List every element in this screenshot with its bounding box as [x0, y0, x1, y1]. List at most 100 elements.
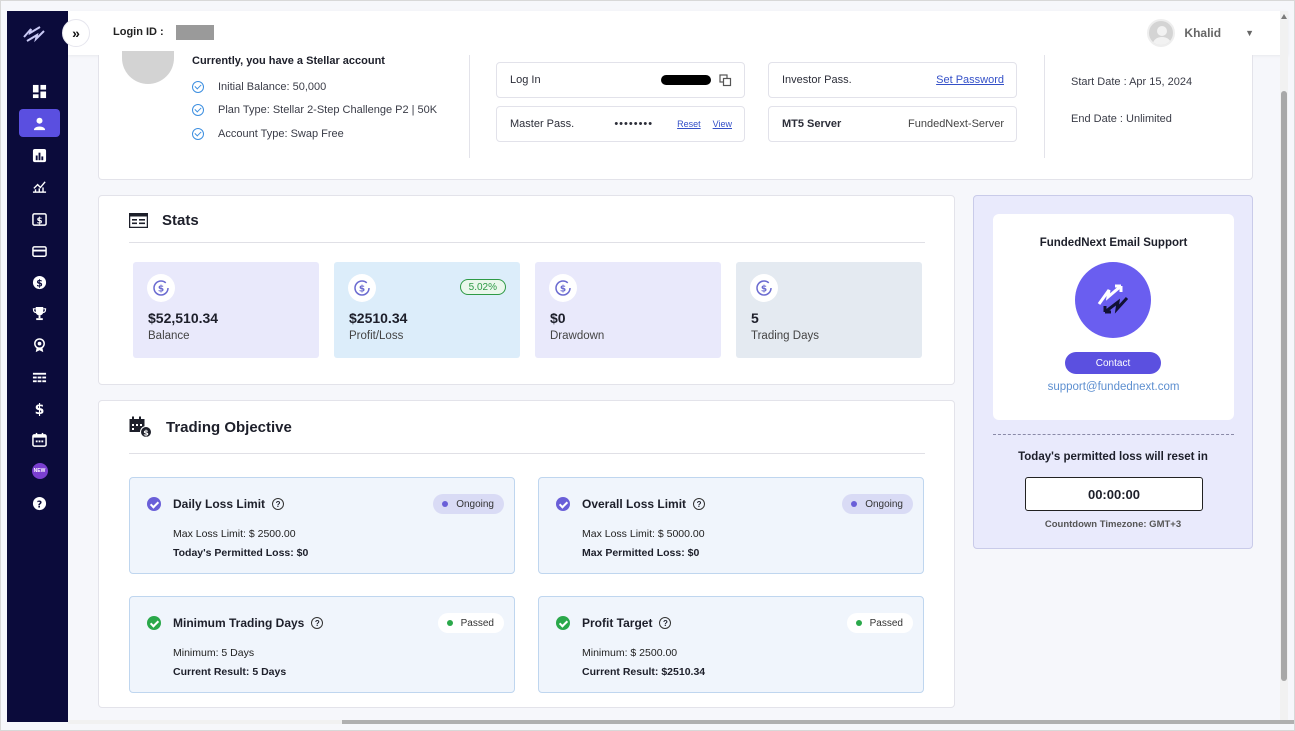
divider — [129, 242, 925, 243]
sidebar-expand-button[interactable]: » — [62, 19, 90, 47]
check-circle-icon — [192, 80, 204, 93]
countdown-timezone: Countdown Timezone: GMT+3 — [1044, 519, 1182, 530]
vertical-scrollbar[interactable] — [1280, 11, 1288, 722]
award-icon — [34, 337, 45, 352]
start-date: Start Date : Apr 15, 2024 — [1071, 76, 1193, 88]
account-detail-row: Plan Type: Stellar 2-Step Challenge P2 |… — [192, 99, 437, 123]
divider — [129, 453, 925, 454]
stat-drawdown: $ $0 Drawdown — [535, 262, 721, 358]
check-badge-icon — [556, 616, 570, 630]
login-id-redacted — [176, 25, 214, 40]
user-menu[interactable]: Khalid ▼ — [1147, 19, 1254, 47]
caret-down-icon[interactable]: ▼ — [1245, 28, 1254, 38]
sidebar-item-performance[interactable] — [19, 172, 60, 200]
card-icon — [32, 245, 47, 257]
help-circle-icon[interactable]: ? — [311, 617, 324, 629]
calendar-dollar-icon: $ — [129, 416, 152, 438]
sidebar-item-dashboard[interactable] — [19, 77, 60, 105]
svg-text:$: $ — [36, 278, 43, 289]
scrollbar-thumb[interactable] — [342, 720, 1294, 724]
topbar: Login ID : Khalid ▼ — [68, 11, 1288, 55]
svg-text:$: $ — [143, 429, 149, 438]
stat-profit-loss: $ 5.02% $2510.34 Profit/Loss — [334, 262, 520, 358]
help-circle-icon[interactable]: ? — [272, 498, 285, 510]
mt5-server: MT5 Server FundedNext-Server — [768, 106, 1017, 142]
account-avatar — [122, 51, 174, 84]
svg-text:$: $ — [158, 285, 164, 295]
svg-text:$: $ — [37, 215, 43, 225]
scrollbar-thumb[interactable] — [1281, 91, 1287, 681]
view-link[interactable]: View — [713, 119, 732, 129]
stats-header: Stats — [129, 212, 199, 229]
svg-text:$: $ — [761, 285, 767, 295]
chevron-double-right-icon: » — [72, 25, 80, 41]
email-support-box: FundedNext Email Support Contact support… — [993, 214, 1234, 420]
sidebar-item-analytics[interactable] — [19, 141, 60, 169]
master-password: Master Pass. •••••••• Reset View — [496, 106, 745, 142]
objective-title: Trading Objective — [166, 418, 292, 436]
sidebar-item-new[interactable]: NEW — [19, 457, 60, 485]
sidebar-item-affiliate[interactable]: $ — [19, 394, 60, 422]
sidebar-item-billing[interactable]: $ — [19, 205, 60, 233]
account-detail-row: Account Type: Swap Free — [192, 122, 437, 146]
help-circle-icon[interactable]: ? — [693, 498, 706, 510]
horizontal-scrollbar[interactable] — [68, 720, 1294, 724]
sidebar-item-calendar[interactable] — [19, 425, 60, 453]
sidebar-item-payout[interactable]: $ — [19, 268, 60, 296]
new-icon: NEW — [31, 463, 48, 479]
stats-card: Stats $ $52,510.34 Balance $ 5.02% $2510… — [98, 195, 955, 385]
app-frame: $ $ $ NEW ? » Login ID: Khalid ▼ Curren… — [0, 0, 1295, 731]
sidebar-item-account[interactable] — [19, 109, 60, 137]
trophy-icon — [32, 306, 47, 320]
copy-icon[interactable] — [719, 73, 732, 87]
reset-link[interactable]: Reset — [677, 119, 701, 129]
set-password-link[interactable]: Set Password — [936, 74, 1004, 86]
dollar-box-icon: $ — [32, 212, 47, 226]
svg-text:$: $ — [35, 402, 45, 416]
divider — [469, 55, 470, 158]
profit-percent-badge: 5.02% — [459, 279, 506, 295]
check-circle-icon — [192, 104, 204, 117]
account-title: Currently, you have a Stellar account — [192, 55, 385, 67]
svg-text:$: $ — [560, 285, 566, 295]
bar-chart-icon — [32, 148, 47, 162]
stats-icon — [129, 213, 148, 228]
support-title: FundedNext Email Support — [1039, 237, 1188, 249]
check-badge-icon — [147, 497, 161, 511]
investor-password: Investor Pass. Set Password — [768, 62, 1017, 98]
refresh-dollar-icon: $ — [549, 274, 577, 302]
calendar-icon — [32, 432, 47, 447]
check-badge-icon — [556, 497, 570, 511]
account-details: Initial Balance: 50,000 Plan Type: Stell… — [192, 75, 437, 146]
svg-text:$: $ — [359, 285, 365, 295]
sidebar: $ $ $ NEW ? — [7, 11, 68, 722]
sidebar-item-payment[interactable] — [19, 237, 60, 265]
trading-objective-card: $ Trading Objective Daily Loss Limit ? O… — [98, 400, 955, 708]
support-email-link[interactable]: support@fundednext.com — [993, 381, 1234, 393]
divider — [1044, 55, 1045, 158]
objective-daily-loss: Daily Loss Limit ? Ongoing Max Loss Limi… — [129, 477, 515, 574]
status-badge: Passed — [437, 613, 504, 633]
end-date: End Date : Unlimited — [1071, 113, 1172, 125]
login-credential: Log In — [496, 62, 745, 98]
contact-button[interactable]: Contact — [1065, 352, 1161, 374]
stats-title: Stats — [162, 212, 199, 229]
refresh-dollar-icon: $ — [348, 274, 376, 302]
svg-text:?: ? — [37, 499, 42, 510]
countdown-timer: 00:00:00 — [1025, 477, 1203, 511]
login-redacted — [661, 75, 711, 85]
fundednext-logo[interactable] — [21, 23, 47, 45]
user-name: Khalid — [1184, 26, 1222, 40]
login-id-label: Login ID : — [113, 26, 164, 38]
scroll-up-icon[interactable] — [1281, 14, 1287, 19]
sidebar-item-certificates[interactable] — [19, 331, 60, 359]
sidebar-item-competition[interactable] — [19, 299, 60, 327]
status-badge: Ongoing — [842, 494, 913, 514]
dashboard-icon — [32, 84, 47, 98]
sidebar-item-help[interactable]: ? — [19, 489, 60, 517]
objective-min-trading-days: Minimum Trading Days ? Passed Minimum: 5… — [129, 596, 515, 693]
check-circle-icon — [192, 127, 204, 140]
sidebar-item-calculator[interactable] — [19, 363, 60, 391]
help-circle-icon[interactable]: ? — [659, 617, 672, 629]
help-icon: ? — [32, 496, 47, 510]
